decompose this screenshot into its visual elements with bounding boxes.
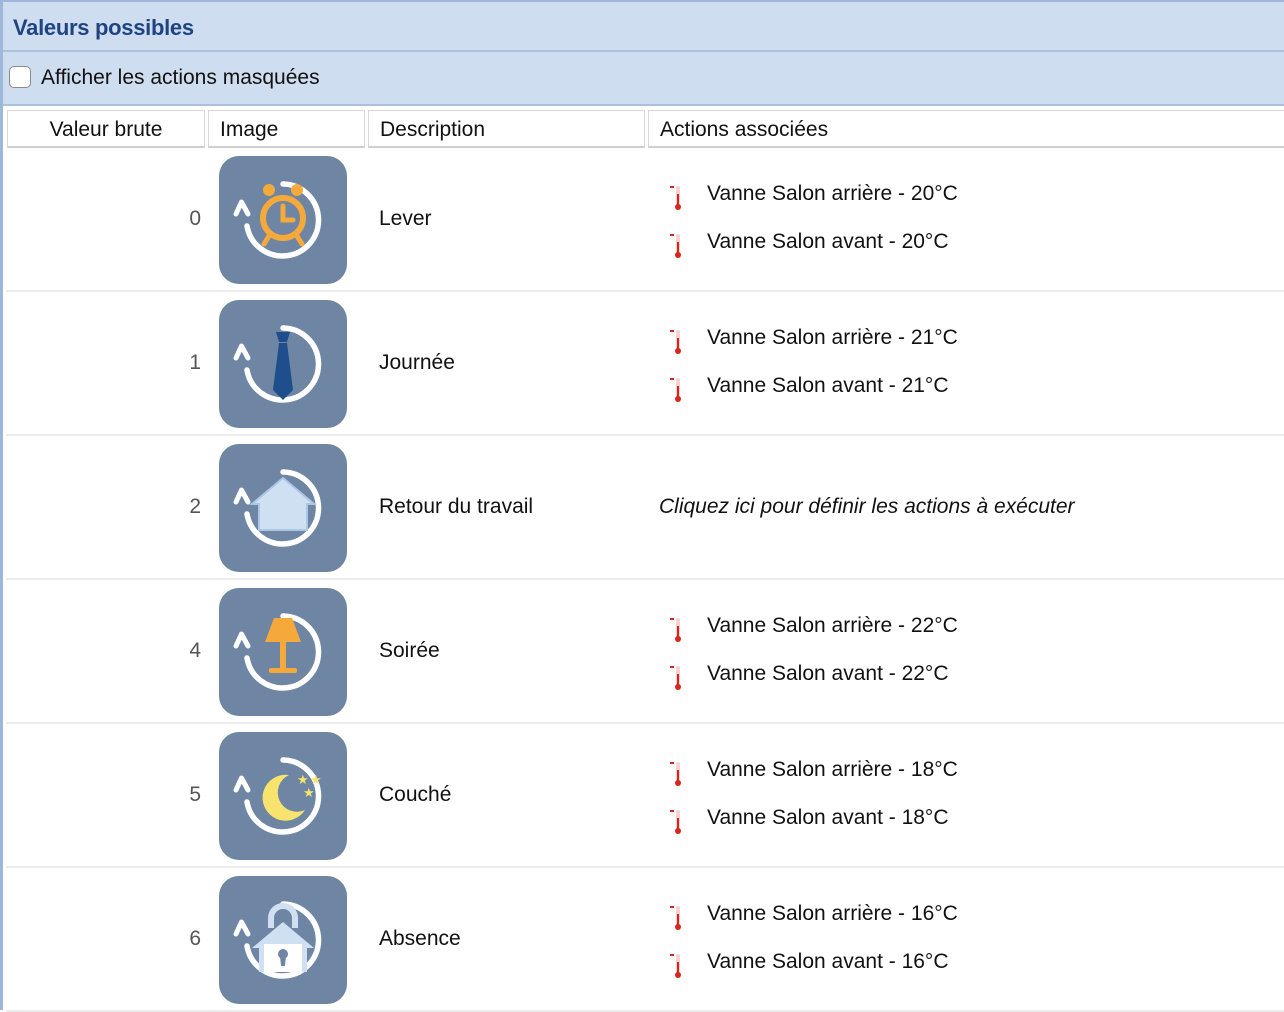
thermometer-icon	[670, 666, 681, 690]
lamp-icon[interactable]	[219, 588, 347, 716]
necktie-icon[interactable]	[219, 300, 347, 428]
description-text: Lever	[379, 207, 432, 230]
table-row[interactable]: 0 Lever Vanne Salon arrière - 20°C Vanne Sa…	[6, 148, 1284, 292]
description-text: Journée	[379, 351, 455, 374]
filter-bar: Afficher les actions masquées	[3, 52, 1284, 106]
description-text: Couché	[379, 783, 452, 806]
action-label: Vanne Salon avant - 20°C	[707, 230, 949, 253]
define-actions-link[interactable]: Cliquez ici pour définir les actions à e…	[659, 436, 1075, 578]
table-row[interactable]: 2 Retour du travail Cliquez ici pour défin…	[6, 436, 1284, 580]
raw-value: 1	[189, 351, 201, 374]
column-header-image[interactable]: Image	[208, 110, 365, 148]
column-header-raw-value[interactable]: Valeur brute	[7, 110, 205, 148]
thermometer-icon	[670, 906, 681, 930]
description-text: Absence	[379, 927, 461, 950]
show-hidden-actions-checkbox[interactable]	[9, 66, 31, 88]
values-panel: Valeurs possibles Afficher les actions m…	[0, 0, 1284, 1012]
raw-value: 4	[189, 639, 201, 662]
thermometer-icon	[670, 810, 681, 834]
raw-value: 6	[189, 927, 201, 950]
alarm-clock-icon[interactable]	[219, 156, 347, 284]
action-label: Vanne Salon arrière - 20°C	[707, 182, 958, 205]
action-label: Vanne Salon arrière - 16°C	[707, 902, 958, 925]
column-header-description[interactable]: Description	[368, 110, 645, 148]
description-text: Retour du travail	[379, 495, 534, 518]
thermometer-icon	[670, 234, 681, 258]
thermometer-icon	[670, 762, 681, 786]
table-row[interactable]: 1 Journée Vanne Salon arrière - 21°C Vanne …	[6, 292, 1284, 436]
description-text: Soirée	[379, 639, 440, 662]
raw-value: 0	[189, 207, 201, 230]
action-label: Vanne Salon arrière - 21°C	[707, 326, 958, 349]
svg-text:★: ★	[303, 786, 315, 801]
action-label: Vanne Salon avant - 16°C	[707, 950, 949, 973]
locked-house-icon[interactable]	[219, 876, 347, 1004]
raw-value: 5	[189, 783, 201, 806]
thermometer-icon	[670, 330, 681, 354]
show-hidden-actions-label[interactable]: Afficher les actions masquées	[41, 66, 320, 90]
house-icon[interactable]	[219, 444, 347, 572]
thermometer-icon	[670, 378, 681, 402]
panel-header: Valeurs possibles	[3, 0, 1284, 52]
action-label: Vanne Salon arrière - 22°C	[707, 614, 958, 637]
thermometer-icon	[670, 186, 681, 210]
table-row[interactable]: 4 Soirée Vanne Salon arrière - 22°C Vanne S…	[6, 580, 1284, 724]
thermometer-icon	[670, 954, 681, 978]
table-header: Valeur brute Image Description Actions a…	[3, 106, 1284, 150]
table-row[interactable]: 5 ★ ★ ★ Couché Vanne Salon arrière - 18°C Vann…	[6, 724, 1284, 868]
action-label: Vanne Salon avant - 21°C	[707, 374, 949, 397]
raw-value: 2	[189, 495, 201, 518]
action-label: Vanne Salon arrière - 18°C	[707, 758, 958, 781]
panel-title: Valeurs possibles	[13, 15, 194, 40]
moon-stars-icon[interactable]: ★ ★ ★	[219, 732, 347, 860]
action-label: Vanne Salon avant - 18°C	[707, 806, 949, 829]
table-row[interactable]: 6 Absence Vanne Salon arrière - 16°C Vanne …	[6, 868, 1284, 1012]
action-label: Vanne Salon avant - 22°C	[707, 662, 949, 685]
column-header-actions[interactable]: Actions associées	[648, 110, 1284, 148]
thermometer-icon	[670, 618, 681, 642]
